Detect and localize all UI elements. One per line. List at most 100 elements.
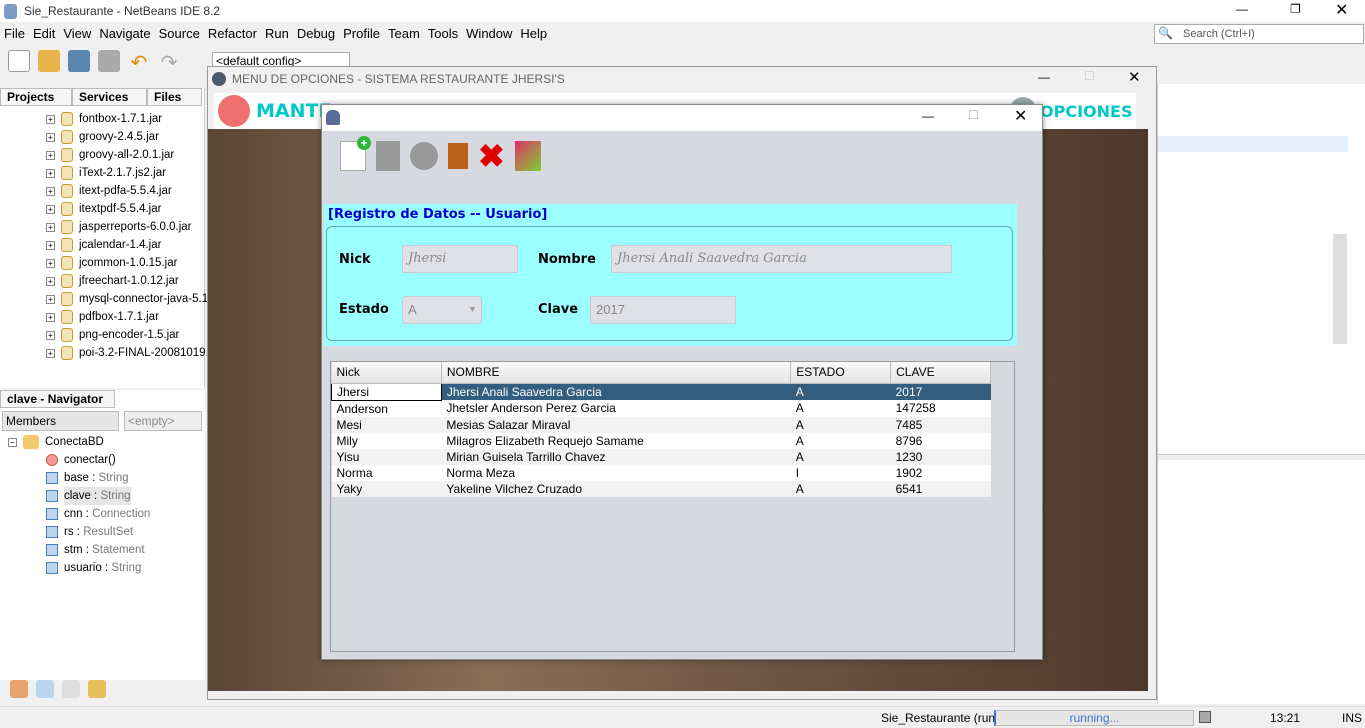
table-row[interactable]: Norma Norma Meza I 1902 (332, 465, 991, 481)
table-cell[interactable]: Mesi (331, 416, 442, 433)
tab-services[interactable]: Services (72, 88, 147, 106)
expand-icon[interactable]: + (46, 240, 55, 250)
expand-icon[interactable]: + (46, 258, 55, 268)
table-cell[interactable]: Yisu (331, 448, 442, 465)
table-cell[interactable]: 2017 (890, 383, 991, 400)
jar-node[interactable]: + jcommon-1.0.15.jar (46, 254, 177, 272)
table-cell[interactable]: Jhersi (331, 382, 442, 401)
table-cell[interactable]: Yaky (331, 480, 442, 497)
cancel-progress-icon[interactable] (1199, 711, 1211, 723)
menu-window[interactable]: Window (462, 24, 516, 44)
expand-icon[interactable]: + (46, 150, 55, 160)
member-rs[interactable]: rs : ResultSet (46, 523, 133, 541)
save-all-icon[interactable] (98, 50, 120, 72)
save-record-icon[interactable] (410, 142, 438, 170)
column-header-estado[interactable]: ESTADO (790, 362, 892, 384)
menu-team[interactable]: Team (384, 24, 424, 44)
member-base[interactable]: base : String (46, 469, 129, 487)
redo-icon[interactable]: ↷ (158, 50, 180, 74)
nombre-field[interactable]: Jhersi Anali Saavedra Garcia (611, 245, 952, 273)
jar-node[interactable]: + pdfbox-1.7.1.jar (46, 308, 159, 326)
table-row[interactable]: Jhersi Jhersi Anali Saavedra Garcia A 2017 (331, 382, 991, 401)
table-cell[interactable]: A (791, 400, 891, 417)
expand-icon[interactable]: + (46, 132, 55, 142)
close-button[interactable]: ✕ (1128, 68, 1141, 86)
menu-profile[interactable]: Profile (339, 24, 384, 44)
menu-file[interactable]: File (0, 24, 29, 44)
jar-node[interactable]: + fontbox-1.7.1.jar (46, 110, 162, 128)
expand-icon[interactable]: + (46, 276, 55, 286)
table-cell[interactable]: A (790, 383, 891, 400)
minimize-button[interactable]: — (922, 109, 934, 123)
close-button[interactable]: ✕ (1014, 106, 1027, 126)
table-row[interactable]: Yisu Mirian Guisela Tarrillo Chavez A 1230 (331, 448, 991, 465)
member-cnn[interactable]: cnn : Connection (46, 505, 150, 523)
menu-opciones[interactable]: OPCIONES (1040, 102, 1132, 121)
table-cell[interactable]: Norma (332, 465, 442, 481)
maximize-button[interactable]: ❐ (1290, 2, 1301, 16)
minimize-button[interactable]: — (1038, 70, 1050, 84)
edit-record-icon[interactable] (376, 141, 400, 171)
table-row[interactable]: Yaky Yakeline Vilchez Cruzado A 6541 (331, 480, 991, 497)
exit-icon[interactable] (514, 141, 541, 171)
column-header-nick[interactable]: Nick (331, 362, 442, 384)
table-cell[interactable]: 8796 (891, 433, 991, 449)
menu-source[interactable]: Source (155, 24, 204, 44)
table-cell[interactable]: Yakeline Vilchez Cruzado (441, 480, 791, 497)
close-button[interactable]: ✕ (1335, 0, 1348, 20)
table-row[interactable]: Mily Milagros Elizabeth Requejo Samame A 87… (332, 433, 991, 449)
jar-node[interactable]: + mysql-connector-java-5.1 (46, 290, 208, 308)
open-project-icon[interactable] (68, 50, 90, 72)
jar-node[interactable]: + jcalendar-1.4.jar (46, 236, 161, 254)
static-icon[interactable] (62, 680, 80, 698)
expand-icon[interactable]: + (46, 348, 55, 358)
menu-tools[interactable]: Tools (424, 24, 462, 44)
maximize-button[interactable]: ☐ (968, 108, 979, 122)
expand-icon[interactable]: + (46, 204, 55, 214)
jar-node[interactable]: + poi-3.2-FINAL-20081019. (46, 344, 209, 362)
jar-node[interactable]: + itextpdf-5.5.4.jar (46, 200, 161, 218)
search-record-icon[interactable] (448, 143, 468, 169)
column-header-nombre[interactable]: NOMBRE (441, 362, 792, 384)
new-project-icon[interactable] (38, 50, 60, 72)
expand-icon[interactable]: + (46, 222, 55, 232)
menu-view[interactable]: View (59, 24, 95, 44)
table-cell[interactable]: Mirian Guisela Tarrillo Chavez (441, 448, 791, 465)
member-conectar[interactable]: conectar() (46, 451, 116, 469)
table-cell[interactable]: I (791, 465, 891, 481)
table-cell[interactable]: A (791, 433, 891, 449)
expand-icon[interactable]: + (46, 330, 55, 340)
maximize-button[interactable]: ☐ (1084, 69, 1095, 83)
navigator-tab[interactable]: clave - Navigator (0, 390, 115, 408)
menu-refactor[interactable]: Refactor (204, 24, 261, 44)
member-usuario[interactable]: usuario : String (46, 559, 141, 577)
table-row[interactable]: Anderson Jhetsler Anderson Perez Garcia A 1… (332, 400, 991, 417)
table-cell[interactable]: 7485 (890, 416, 991, 433)
table-cell[interactable]: Mesias Salazar Miraval (441, 416, 791, 433)
lock-icon[interactable] (88, 680, 106, 698)
menu-edit[interactable]: Edit (29, 24, 59, 44)
member-stm[interactable]: stm : Statement (46, 541, 145, 559)
table-cell[interactable]: 1902 (891, 465, 991, 481)
jar-node[interactable]: + groovy-2.4.5.jar (46, 128, 159, 146)
expand-icon[interactable]: + (46, 294, 55, 304)
table-cell[interactable]: Anderson (332, 400, 442, 417)
column-header-clave[interactable]: CLAVE (890, 362, 991, 384)
jar-node[interactable]: + iText-2.1.7.js2.jar (46, 164, 166, 182)
table-cell[interactable]: A (790, 448, 891, 465)
expand-icon[interactable]: + (46, 186, 55, 196)
menu-debug[interactable]: Debug (293, 24, 339, 44)
new-record-icon[interactable]: + (340, 136, 371, 171)
table-cell[interactable]: Mily (332, 433, 442, 449)
clave-field[interactable]: 2017 (590, 296, 736, 324)
jar-node[interactable]: + png-encoder-1.5.jar (46, 326, 179, 344)
expand-icon[interactable]: + (46, 312, 55, 322)
members-select[interactable]: Members (2, 411, 119, 431)
search-input[interactable]: Search (Ctrl+I) (1154, 24, 1364, 44)
tab-projects[interactable]: Projects (0, 88, 72, 106)
menu-help[interactable]: Help (516, 24, 551, 44)
tab-files[interactable]: Files (147, 88, 202, 106)
menu-run[interactable]: Run (261, 24, 293, 44)
jar-node[interactable]: + jasperreports-6.0.0.jar (46, 218, 192, 236)
table-cell[interactable]: 1230 (890, 448, 991, 465)
